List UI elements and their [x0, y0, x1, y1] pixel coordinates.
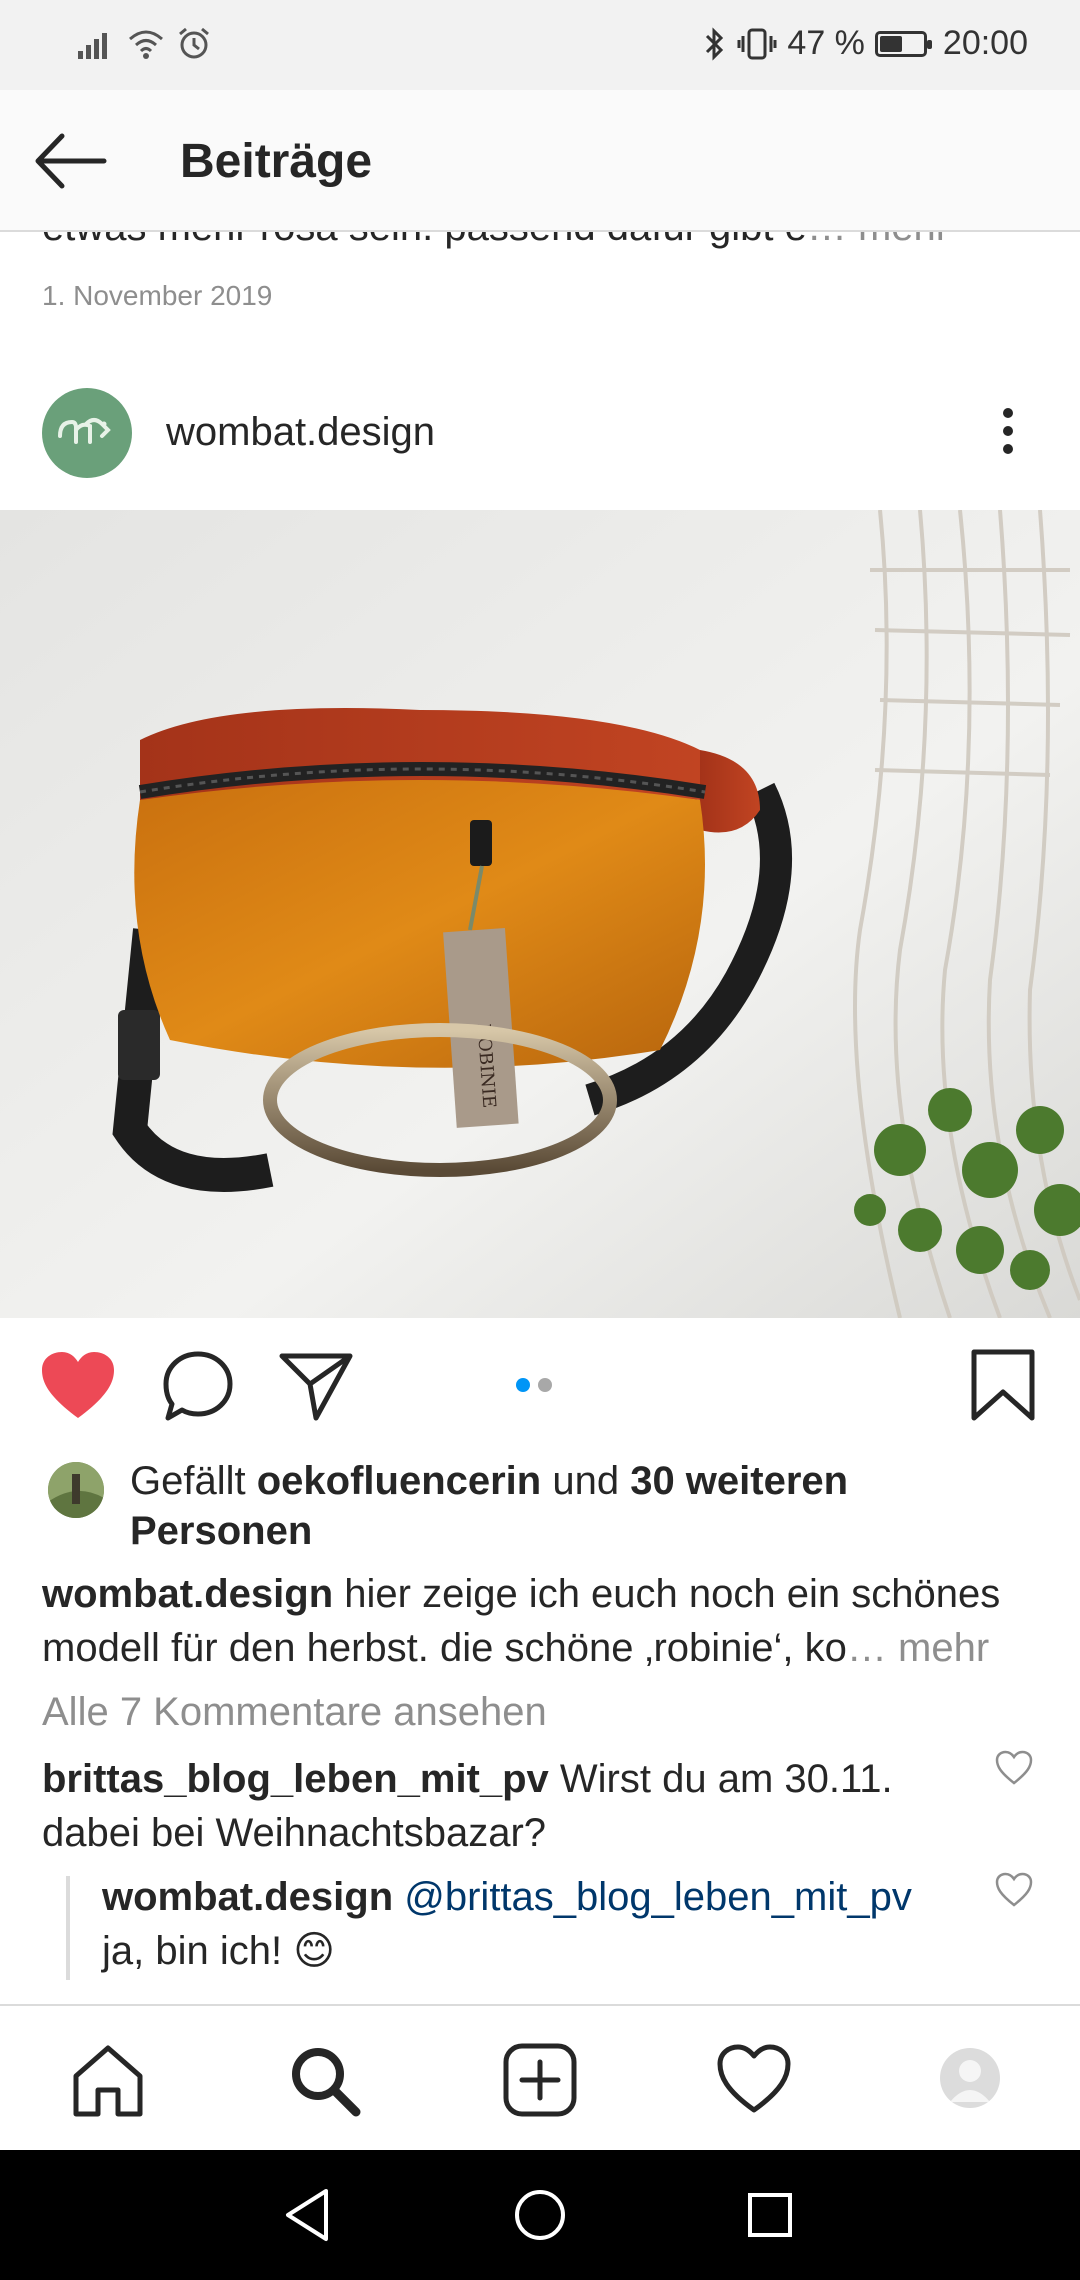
status-left-icons: [76, 26, 212, 62]
reply-text: ja, bin ich! 😊: [102, 1929, 335, 1973]
more-vertical-icon[interactable]: [990, 400, 1026, 470]
page-title: Beiträge: [180, 135, 373, 188]
previous-post-date: 1. November 2019: [42, 280, 273, 311]
reply-like-icon[interactable]: [994, 1872, 1034, 1908]
battery-fill: [879, 35, 902, 52]
likes-user[interactable]: oekofluencerin: [257, 1459, 542, 1503]
caption-more[interactable]: … mehr: [847, 1626, 989, 1670]
battery-icon: [874, 30, 932, 57]
bookmark-icon[interactable]: [968, 1348, 1038, 1424]
caption-username[interactable]: wombat.design: [42, 1572, 333, 1616]
signal-icon: [78, 33, 107, 59]
add-post-icon[interactable]: [500, 2040, 580, 2120]
recents-square-icon[interactable]: [738, 2183, 802, 2247]
status-right-icons: 47 % 20:00: [703, 24, 1028, 63]
comment-username[interactable]: brittas_blog_leben_mit_pv: [42, 1757, 549, 1801]
share-icon[interactable]: [276, 1348, 356, 1424]
carousel-dot: [516, 1378, 530, 1392]
likes-middle: und: [541, 1459, 631, 1503]
view-all-comments[interactable]: Alle 7 Kommentare ansehen: [42, 1690, 547, 1735]
system-navigation-bar: [0, 2150, 1080, 2280]
carousel-indicator: [516, 1378, 552, 1392]
wombat-logo-icon: [58, 418, 111, 444]
post-photo: ROBINIE: [0, 510, 1080, 1318]
likes-prefix: Gefällt: [130, 1459, 257, 1503]
activity-heart-icon[interactable]: [714, 2040, 794, 2120]
comment-icon[interactable]: [160, 1348, 236, 1424]
comment: brittas_blog_leben_mit_pv Wirst du am 30…: [42, 1752, 942, 1860]
likes-text: Gefällt oekofluencerin und 30 weiteren P…: [130, 1456, 1030, 1556]
liker-avatar-image: [48, 1462, 104, 1518]
reply-thread-line: [66, 1876, 70, 1980]
comment-like-icon[interactable]: [994, 1750, 1034, 1786]
reply-mention[interactable]: @brittas_blog_leben_mit_pv: [393, 1875, 912, 1919]
post-image[interactable]: ROBINIE: [0, 510, 1080, 1318]
search-icon[interactable]: [284, 2040, 364, 2120]
post-caption: wombat.design hier zeige ich euch noch e…: [42, 1567, 1042, 1675]
liker-avatar[interactable]: [48, 1462, 104, 1518]
wifi-icon: [129, 30, 163, 59]
home-icon[interactable]: [68, 2040, 148, 2120]
vibrate-icon: [737, 28, 777, 59]
post-author-avatar[interactable]: [42, 388, 132, 478]
status-time: 20:00: [942, 24, 1028, 62]
reply-username[interactable]: wombat.design: [102, 1875, 393, 1919]
bluetooth-icon: [706, 26, 724, 61]
bottom-navigation: [0, 2004, 1080, 2150]
heart-filled-icon[interactable]: [38, 1348, 118, 1424]
back-triangle-icon[interactable]: [276, 2183, 340, 2247]
reply-comment: wombat.design @brittas_blog_leben_mit_pv…: [102, 1870, 962, 1978]
profile-avatar-icon[interactable]: [940, 2048, 1000, 2108]
post-username[interactable]: wombat.design: [166, 410, 435, 455]
back-arrow-icon[interactable]: [30, 128, 110, 194]
home-circle-icon[interactable]: [508, 2183, 572, 2247]
alarm-icon: [179, 27, 209, 59]
carousel-dot: [538, 1378, 552, 1392]
app-header: Beiträge: [0, 90, 1080, 232]
status-bar: 47 % 20:00: [0, 0, 1080, 90]
battery-percent: 47 %: [787, 24, 865, 62]
